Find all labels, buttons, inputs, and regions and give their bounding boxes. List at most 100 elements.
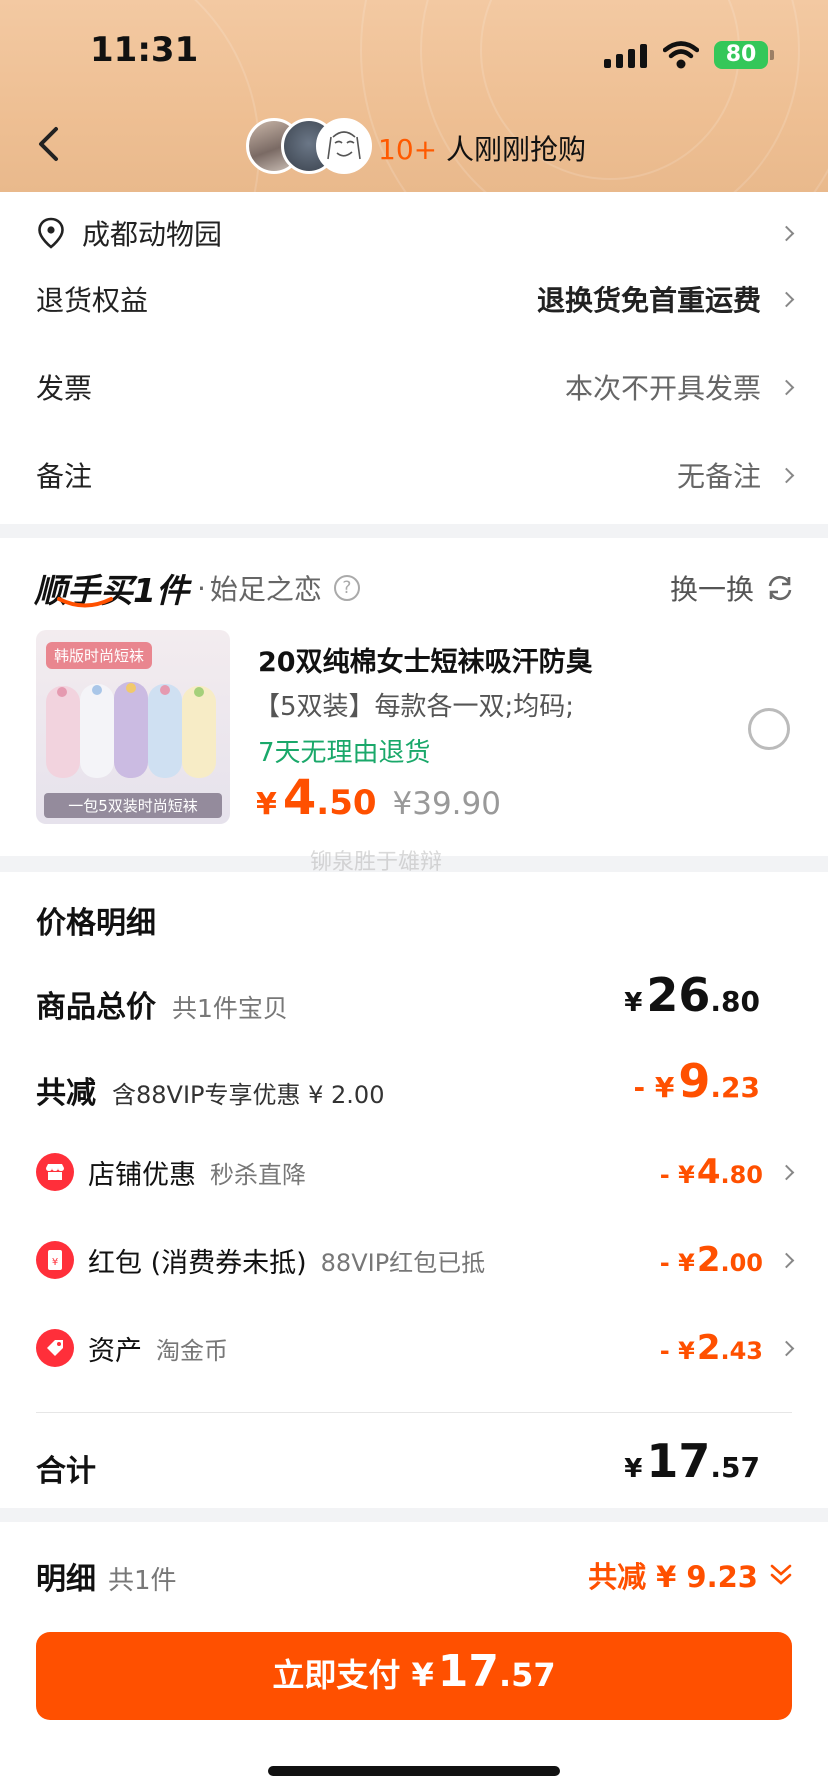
address-name: 成都动物园 [82, 218, 223, 251]
chevron-right-icon [778, 379, 795, 395]
refresh-button[interactable]: 换一换 [670, 568, 794, 608]
address-row[interactable]: 成都动物园 [36, 210, 795, 256]
red-packet-sub: 88VIP红包已抵 [320, 1248, 486, 1277]
addon-dot: · [196, 571, 206, 605]
shop-discount-integer: 4 [696, 1152, 721, 1192]
pay-text: 立即支付 ¥ [272, 1656, 434, 1694]
shop-discount-row[interactable]: 店铺优惠 秒杀直降 - ¥ 4 .80 [36, 1144, 795, 1200]
location-pin-icon [38, 217, 64, 249]
status-bar: 11:31 80 [0, 0, 828, 110]
shop-icon [36, 1153, 74, 1191]
total-amount: ¥ 26 .80 [624, 968, 760, 1022]
remark-label: 备注 [36, 460, 93, 493]
price-integer: 4 [282, 770, 317, 826]
refresh-label: 换一换 [669, 573, 754, 606]
assets-label: 资产 [88, 1335, 142, 1367]
wifi-icon [663, 41, 699, 69]
invoice-row[interactable]: 发票 本次不开具发票 [36, 364, 795, 410]
invoice-value: 本次不开具发票 [564, 372, 761, 405]
refresh-icon [768, 575, 792, 601]
reduce-amount: - ¥ 9 .23 [634, 1054, 760, 1108]
chevron-right-icon [778, 467, 795, 483]
sketch-avatar-icon [327, 131, 361, 160]
red-packet-row[interactable]: ¥ 红包 (消费券未抵) 88VIP红包已抵 - ¥ 2 .00 [36, 1232, 795, 1288]
detail-label: 明细 [36, 1562, 96, 1597]
product-spec: 【5双装】每款各一双;均码; [254, 692, 575, 722]
home-indicator [268, 1766, 560, 1776]
price-detail-title: 价格明细 [36, 906, 156, 941]
price-decimal: .50 [316, 783, 377, 823]
total-sub: 共1件宝贝 [172, 994, 288, 1023]
shop-discount-label: 店铺优惠 [88, 1159, 196, 1191]
reduce-summary: 共减 ¥ 9.23 [588, 1560, 758, 1594]
product-image[interactable]: 韩版时尚短袜 一包5双装时尚短袜 [36, 630, 230, 824]
pay-integer: 17 [437, 1646, 499, 1697]
chevron-right-icon [778, 1164, 795, 1180]
return-rights-value: 退换货免首重运费 [536, 284, 761, 317]
assets-row[interactable]: 资产 淘金币 - ¥ 2 .43 [36, 1320, 795, 1376]
pay-decimal: .57 [498, 1656, 556, 1694]
battery-tip [770, 50, 774, 60]
buyer-count-label: 人刚刚抢购 [437, 133, 586, 166]
price-symbol: ¥ [256, 787, 277, 822]
coin-tag-icon [36, 1329, 74, 1367]
signal-icon [604, 44, 647, 68]
reduce-row-label: 共减 含88VIP专享优惠 ¥ 2.00 [36, 1068, 384, 1112]
red-packet-prefix: - ¥ [659, 1249, 695, 1277]
sum-decimal: .57 [710, 1451, 760, 1484]
return-rights-label: 退货权益 [36, 284, 149, 317]
addon-title-smile [57, 597, 113, 608]
sum-amount: ¥ 17 .57 [624, 1434, 760, 1488]
recent-buyers-text: 10+ 人刚刚抢购 [378, 128, 586, 168]
shop-discount-sub: 秒杀直降 [210, 1160, 306, 1189]
product-price: ¥ 4 .50 ¥39.90 [256, 770, 501, 826]
detail-toggle[interactable]: 明细 共1件 [36, 1554, 177, 1598]
total-symbol: ¥ [624, 988, 643, 1018]
divider [36, 1412, 792, 1413]
remark-row[interactable]: 备注 无备注 [36, 452, 795, 498]
total-label: 商品总价 [36, 990, 156, 1025]
total-row-label: 商品总价 共1件宝贝 [36, 982, 288, 1026]
checkout-bar: 明细 共1件 共减 ¥ 9.23 立即支付 ¥ 17 .57 [0, 1522, 828, 1792]
reduce-label: 共减 [36, 1076, 96, 1111]
page-header: 11:31 80 10+ 人刚刚抢购 [0, 0, 828, 192]
product-title[interactable]: 20双纯棉女士短袜吸汗防臭 [258, 640, 593, 679]
sum-integer: 17 [646, 1434, 711, 1488]
reduce-decimal: .23 [710, 1071, 760, 1104]
reduce-prefix: - ¥ [633, 1071, 675, 1104]
buyer-count: 10+ [378, 133, 438, 166]
total-integer: 26 [646, 968, 711, 1022]
red-packet-integer: 2 [696, 1240, 721, 1280]
pay-now-button[interactable]: 立即支付 ¥ 17 .57 [36, 1632, 792, 1720]
original-price: ¥39.90 [392, 786, 501, 822]
reduce-sub: 含88VIP专享优惠 ¥ 2.00 [112, 1081, 385, 1109]
invoice-label: 发票 [36, 372, 93, 405]
red-packet-label: 红包 (消费券未抵) [88, 1247, 307, 1279]
return-rights-row[interactable]: 退货权益 退换货免首重运费 [36, 276, 795, 322]
chevron-right-icon [778, 1340, 795, 1356]
assets-prefix: - ¥ [659, 1337, 695, 1365]
select-addon-radio[interactable] [748, 708, 790, 750]
product-image-caption: 一包5双装时尚短袜 [44, 793, 222, 818]
addon-header: 顺手买1件 · 始足之恋 ? [34, 564, 360, 612]
chevron-right-icon [778, 1252, 795, 1268]
order-options-card: 成都动物园 退货权益 退换货免首重运费 发票 本次不开具发票 备注 无备注 [0, 192, 828, 524]
product-return-tag: 7天无理由退货 [258, 738, 431, 768]
shop-discount-decimal: .80 [720, 1161, 763, 1189]
addon-shop: 始足之恋 [209, 573, 322, 606]
reduce-summary-toggle[interactable]: 共减 ¥ 9.23 [588, 1554, 794, 1596]
chevron-left-icon [39, 127, 58, 161]
sum-symbol: ¥ [624, 1454, 643, 1484]
assets-integer: 2 [696, 1328, 721, 1368]
total-decimal: .80 [710, 985, 760, 1018]
product-image-banner: 韩版时尚短袜 [46, 642, 153, 669]
remark-value: 无备注 [676, 460, 761, 493]
shop-discount-prefix: - ¥ [659, 1161, 695, 1189]
status-time: 11:31 [90, 30, 199, 70]
buyer-avatars [246, 118, 372, 174]
back-button[interactable] [28, 124, 68, 164]
chevron-right-icon [778, 291, 795, 307]
help-icon[interactable]: ? [333, 575, 360, 601]
red-packet-decimal: .00 [720, 1249, 763, 1277]
chevron-right-icon [778, 225, 795, 241]
